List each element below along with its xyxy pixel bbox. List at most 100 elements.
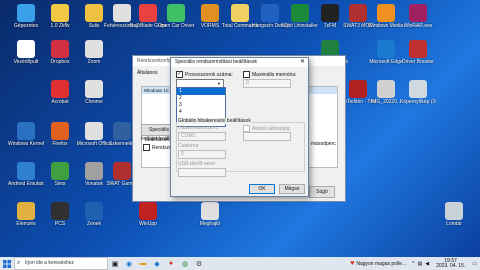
desktop-icon[interactable]: Acrobat [42,80,78,105]
app-icon [409,40,427,58]
app-icon [17,4,35,22]
app-icon [85,4,103,22]
app-icon [113,122,131,140]
dialog-titlebar: Speciális rendszerindítási beállítások ✕ [171,58,308,67]
app-icon [51,4,69,22]
channel-field[interactable]: 0 [178,150,226,159]
desktop-icon[interactable]: Lomtár [436,202,472,227]
max-memory-field[interactable]: 0 [243,79,291,88]
debug-port-field[interactable]: COM1 [178,132,226,141]
desktop-icon-label: IMG_20220... [370,99,402,105]
tab-general[interactable]: Általános [137,70,158,76]
windows-logo-icon [3,259,11,268]
app-icon [409,80,427,98]
app-icon [167,4,185,22]
store-icon[interactable]: ◆ [150,257,164,270]
app-icon [139,4,157,22]
desktop-icon-label: Android Emulator [8,181,44,187]
desktop-icon[interactable]: Gépezetes [8,4,44,29]
desktop-icon[interactable]: Vezérlőpult [8,40,44,65]
desktop-icon[interactable]: IMG_20220... [368,80,404,105]
usb-target-field[interactable] [178,168,226,177]
debug-checkbox[interactable]: Átviteli sebesség: [243,125,291,132]
desktop-icon[interactable]: PCS [42,202,78,227]
app-icon [51,40,69,58]
desktop-icon-label: Windows Media Player [368,23,404,29]
debug-box[interactable] [243,125,250,132]
cpu-count-option[interactable]: 2 [177,95,225,102]
desktop-icon[interactable]: Elemzés [8,202,44,227]
desktop-icon[interactable]: 1.0 Zkflv [42,4,78,29]
cpu-count-option[interactable]: 1 [177,88,225,95]
app-icon [51,122,69,140]
desktop-icon[interactable]: Android Emulator [8,162,44,187]
app-icon [321,4,339,22]
close-icon[interactable]: ✕ [300,58,305,67]
global-debug-label: Globális hibakeresési beállítások [177,118,252,124]
desktop-icon[interactable]: WinRAR.exe [400,4,436,29]
task-view-icon[interactable]: ▣ [108,257,122,270]
cpu-count-option[interactable]: 3 [177,102,225,109]
cpu-count-option[interactable]: 4 [177,109,225,116]
system-tray: ♥ Nagyon magas polle... ^ ▤ ◀ 19:57 2023… [350,257,480,270]
clock[interactable]: 19:57 2023. 04. 15. [432,258,469,269]
desktop-icon[interactable]: Zoom [76,40,112,65]
safe-boot-box[interactable] [143,144,150,151]
action-center-icon[interactable]: ▭ [469,261,480,267]
app-icon [349,80,367,98]
app-icon [85,162,103,180]
firefox-icon[interactable]: ● [164,257,178,270]
cpu-count-checkbox[interactable]: ✓ Processzorok száma: [176,71,233,78]
desktop-icon[interactable]: Dropbox [42,40,78,65]
desktop-icon-label: Képernyőkép (160).png [400,99,436,105]
file-explorer-icon[interactable]: ▬ [136,257,150,270]
desktop-icon-label: Meghajtó [199,221,221,227]
heart-icon: ♥ [350,260,355,267]
desktop-icon[interactable]: Zenek [76,202,112,227]
desktop-icon-label: 1.0 Zkflv [50,23,70,29]
desktop-icon[interactable]: Meghajtó [192,202,228,227]
desktop-icon-label: Open Car Driver [158,23,194,29]
desktop-icon[interactable]: Windows Media Player [368,4,404,29]
desktop-icon[interactable]: Windows Kernel [8,122,44,147]
desktop-icon-label: Dropbox [50,59,70,65]
app-icon [201,202,219,220]
desktop-icon[interactable]: Driver Booster [400,40,436,65]
desktop-icon-label: Chrome [85,99,103,105]
max-memory-label: Maximális memória: [252,71,297,78]
desktop-icon[interactable]: Microsoft Edge [368,40,404,65]
app-icon [377,80,395,98]
ok-button[interactable]: OK [249,184,275,194]
app-icon [409,4,427,22]
desktop-icon[interactable]: Sims [42,162,78,187]
desktop-icon-label: Zoom [87,59,101,65]
desktop-icon-label: Zenek [87,221,101,227]
max-memory-box[interactable] [243,71,250,78]
cancel-button[interactable]: Mégse [279,184,305,194]
app-icon [17,162,35,180]
desktop-icon[interactable]: WinUpp [130,202,166,227]
baud-rate-field[interactable] [243,132,291,141]
max-memory-checkbox[interactable]: Maximális memória: [243,71,296,78]
app-icon [261,4,279,22]
desktop-icon[interactable]: Képernyőkép (160).png [400,80,436,105]
cpu-count-box[interactable]: ✓ [176,71,183,78]
edge-icon[interactable]: ◉ [122,257,136,270]
notification-text[interactable]: Nagyon magas polle... [356,261,406,267]
app-icon [445,202,463,220]
taskbar-search-box[interactable]: ⌕ Írjon ide a kereséshez [14,257,108,270]
desktop-icon-label: Lomtár [446,221,462,227]
desktop-icon[interactable]: Firefox [42,122,78,147]
network-icon[interactable]: ▤ [417,261,422,267]
chrome-icon[interactable]: ◍ [178,257,192,270]
desktop-icon[interactable]: Chrome [76,80,112,105]
desktop-icon[interactable]: Open Car Driver [158,4,194,29]
start-button[interactable] [0,257,14,270]
app-icon [51,202,69,220]
volume-icon[interactable]: ◀ [425,261,429,267]
chevron-up-icon[interactable]: ^ [412,261,414,267]
help-button[interactable]: Súgó [309,186,335,198]
timeout-suffix: másodperc [311,141,336,147]
settings-icon[interactable]: ⚙ [192,257,206,270]
app-icon [17,202,35,220]
